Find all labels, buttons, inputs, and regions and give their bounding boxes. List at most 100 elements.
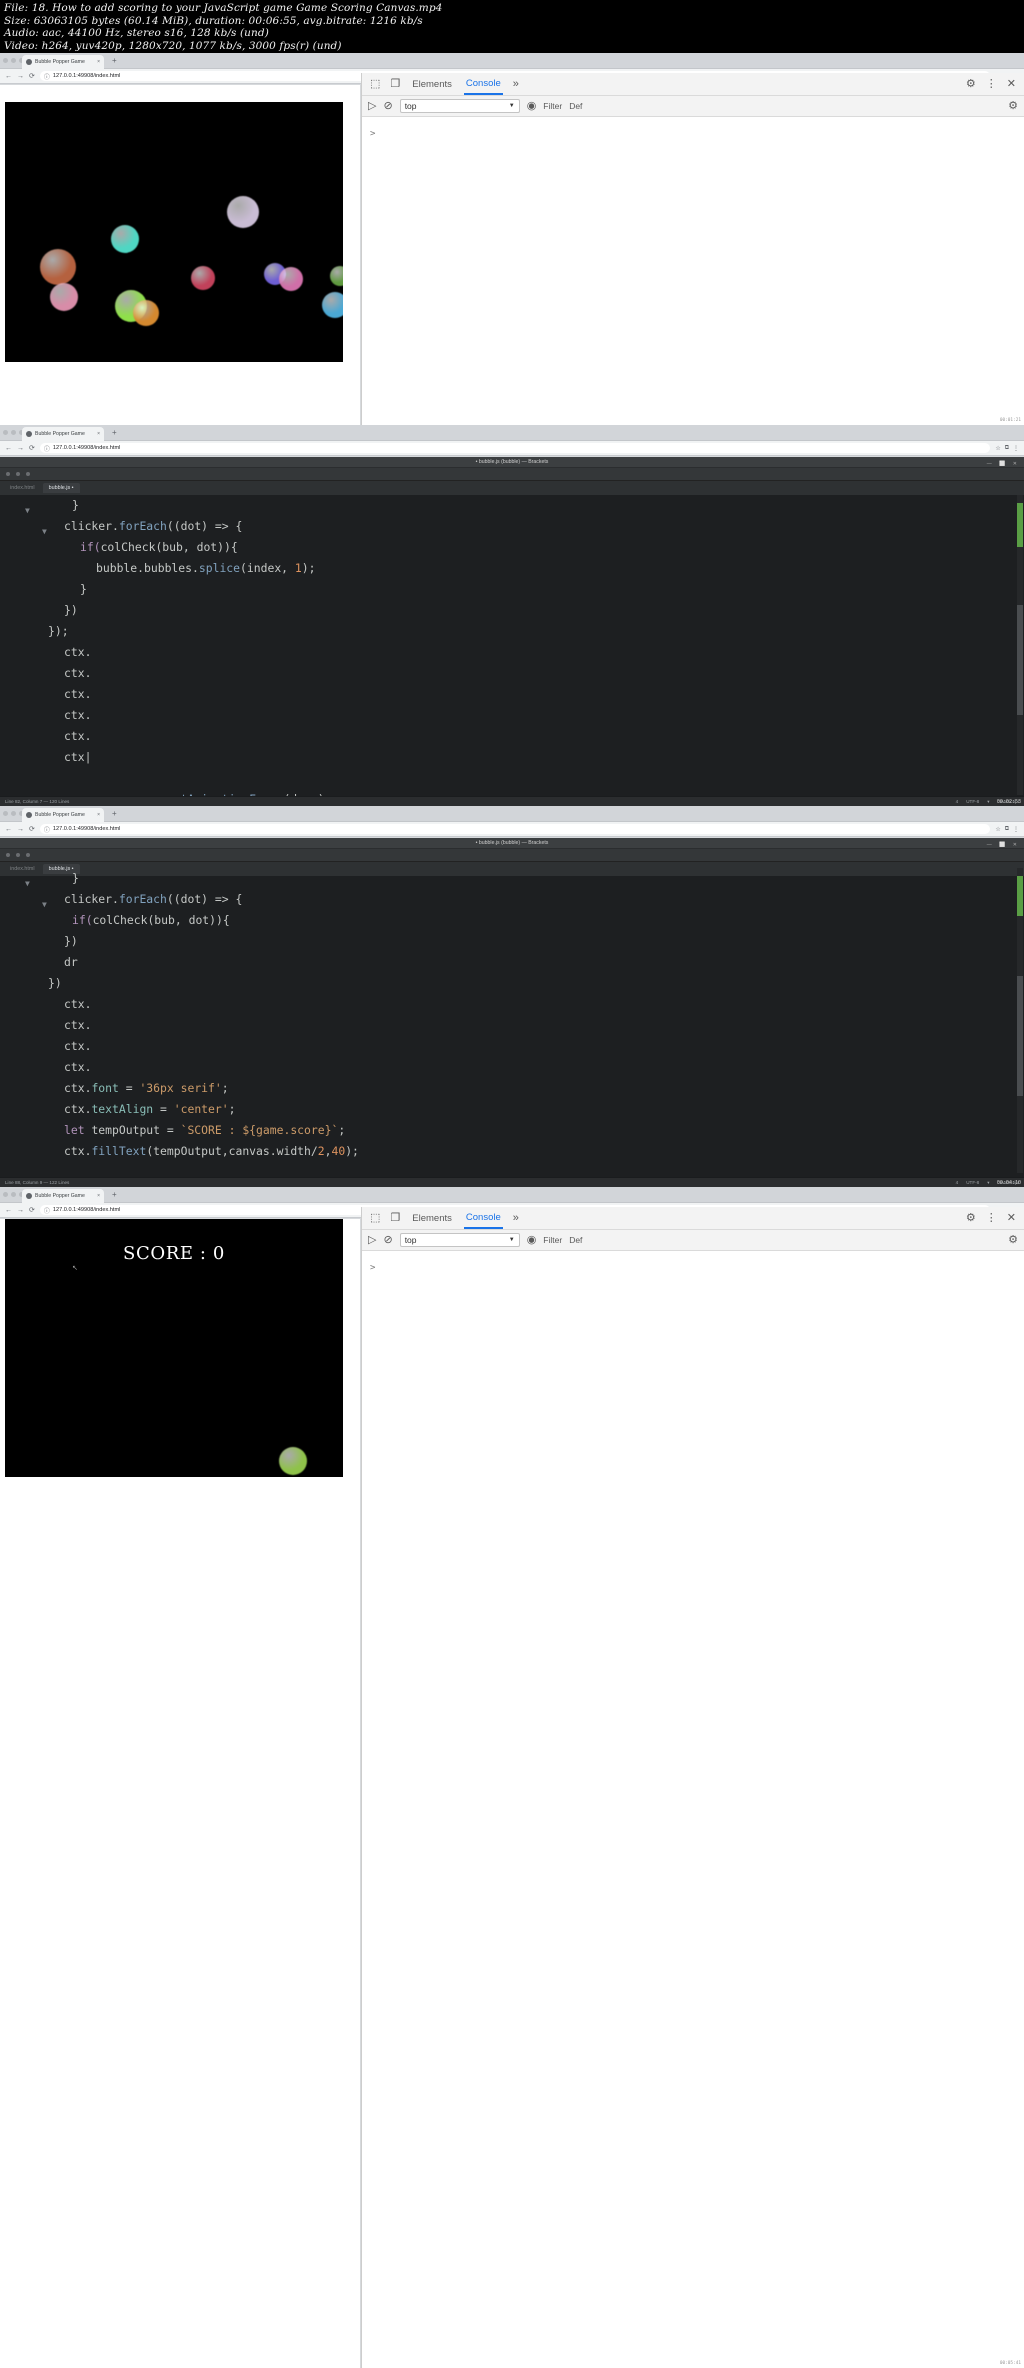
new-tab-button[interactable]: + bbox=[112, 429, 117, 437]
site-info-icon[interactable]: ⓘ bbox=[44, 1206, 50, 1215]
console-output-4[interactable]: > bbox=[362, 1251, 1024, 2368]
console-settings-icon[interactable]: ⚙ bbox=[1008, 100, 1018, 112]
devtools-kebab-icon[interactable]: ⋮ bbox=[986, 78, 997, 90]
console-settings-icon[interactable]: ⚙ bbox=[1008, 1234, 1018, 1246]
site-info-icon[interactable]: ⓘ bbox=[44, 825, 50, 834]
code-fold-arrow-icon[interactable]: ▼ bbox=[25, 873, 30, 894]
bubble[interactable] bbox=[40, 249, 76, 285]
close-icon[interactable]: × bbox=[97, 59, 100, 65]
bubble[interactable] bbox=[111, 225, 139, 253]
browser-tab-2[interactable]: Bubble Popper Game × bbox=[22, 427, 104, 441]
bubble[interactable] bbox=[330, 266, 343, 286]
back-icon[interactable]: ← bbox=[5, 1207, 12, 1214]
editor-scrollbar-thumb-2[interactable] bbox=[1017, 503, 1023, 547]
extensions-icon[interactable]: ⧉ bbox=[1005, 445, 1009, 452]
code-fold-arrow-icon[interactable]: ▼ bbox=[42, 894, 47, 915]
browser-tab-4[interactable]: Bubble Popper Game × bbox=[22, 1189, 104, 1203]
devtools-close-icon[interactable]: ✕ bbox=[1007, 78, 1016, 90]
game-canvas-1[interactable] bbox=[5, 102, 343, 362]
encoding[interactable]: UTF-8 bbox=[966, 1180, 979, 1185]
live-preview-icon[interactable] bbox=[16, 853, 20, 857]
filter-input[interactable]: Filter bbox=[543, 101, 562, 111]
window-controls-1[interactable] bbox=[3, 58, 24, 63]
file-tab-index-html[interactable]: index.html bbox=[4, 483, 41, 493]
clear-console-icon[interactable]: ⊘ bbox=[383, 1234, 392, 1246]
sidebar-toggle-icon[interactable] bbox=[6, 472, 10, 476]
console-output-1[interactable]: > bbox=[362, 117, 1024, 425]
back-icon[interactable]: ← bbox=[5, 826, 12, 833]
bubble[interactable] bbox=[50, 283, 78, 311]
indent-setting[interactable]: 4 bbox=[956, 799, 959, 804]
line-ending-icon[interactable]: ▾ bbox=[987, 799, 989, 805]
browser-menu-icon[interactable]: ⋮ bbox=[1013, 826, 1019, 833]
bubble[interactable] bbox=[133, 300, 159, 326]
code-area-2[interactable]: } clicker.forEach((dot) => {if(colCheck(b… bbox=[0, 495, 1000, 806]
live-expression-icon[interactable]: ◉ bbox=[527, 1234, 537, 1246]
bubble[interactable] bbox=[227, 196, 259, 228]
bubble[interactable] bbox=[279, 267, 303, 291]
reload-icon[interactable]: ⟳ bbox=[29, 445, 35, 452]
close-icon[interactable]: × bbox=[97, 1193, 100, 1199]
window-controls-4[interactable] bbox=[3, 1192, 24, 1197]
more-tabs-icon[interactable]: » bbox=[513, 78, 519, 90]
bookmark-star-icon[interactable]: ☆ bbox=[995, 826, 1000, 833]
tab-elements[interactable]: Elements bbox=[410, 75, 454, 94]
url-input[interactable]: ⓘ 127.0.0.1:49908/index.html bbox=[39, 443, 991, 453]
browser-menu-icon[interactable]: ⋮ bbox=[1013, 445, 1019, 452]
live-preview-icon[interactable] bbox=[16, 472, 20, 476]
site-info-icon[interactable]: ⓘ bbox=[44, 72, 50, 81]
settings-gear-icon[interactable]: ⚙ bbox=[966, 78, 976, 90]
execute-icon[interactable]: ▷ bbox=[368, 100, 376, 112]
devtools-close-icon[interactable]: ✕ bbox=[1007, 1212, 1016, 1224]
back-icon[interactable]: ← bbox=[5, 73, 12, 80]
filter-input[interactable]: Filter bbox=[543, 1235, 562, 1245]
bubble[interactable] bbox=[322, 292, 343, 318]
execute-icon[interactable]: ▷ bbox=[368, 1234, 376, 1246]
code-fold-arrow-icon[interactable]: ▼ bbox=[25, 500, 30, 521]
sidebar-toggle-icon[interactable] bbox=[6, 853, 10, 857]
code-area-3[interactable]: } clicker.forEach((dot) => {if(colCheck(b… bbox=[0, 868, 1000, 1187]
close-icon[interactable]: × bbox=[97, 812, 100, 818]
new-tab-button[interactable]: + bbox=[112, 57, 117, 65]
device-toolbar-icon[interactable]: ❐ bbox=[390, 78, 400, 90]
more-tabs-icon[interactable]: » bbox=[513, 1212, 519, 1224]
editor-scrollbar-thumb-2b[interactable] bbox=[1017, 605, 1023, 715]
window-controls-3[interactable] bbox=[3, 811, 24, 816]
live-expression-icon[interactable]: ◉ bbox=[527, 100, 537, 112]
extensions-icon[interactable]: ⧉ bbox=[1005, 826, 1009, 833]
log-levels-select[interactable]: Def bbox=[569, 1235, 582, 1245]
devtools-kebab-icon[interactable]: ⋮ bbox=[986, 1212, 997, 1224]
editor-scrollbar-thumb-3[interactable] bbox=[1017, 876, 1023, 916]
inspect-icon[interactable]: ⬚ bbox=[370, 1212, 380, 1224]
indent-setting[interactable]: 4 bbox=[956, 1180, 959, 1185]
editor-scrollbar-thumb-3b[interactable] bbox=[1017, 976, 1023, 1096]
forward-icon[interactable]: → bbox=[17, 445, 24, 452]
close-icon[interactable]: × bbox=[97, 431, 100, 437]
tab-console[interactable]: Console bbox=[463, 74, 503, 95]
extension-icon[interactable] bbox=[26, 853, 30, 857]
tab-elements[interactable]: Elements bbox=[410, 1209, 454, 1228]
reload-icon[interactable]: ⟳ bbox=[29, 73, 35, 80]
context-selector[interactable]: top ▼ bbox=[399, 1233, 520, 1247]
device-toolbar-icon[interactable]: ❐ bbox=[390, 1212, 400, 1224]
context-selector[interactable]: top ▼ bbox=[399, 99, 520, 113]
forward-icon[interactable]: → bbox=[17, 826, 24, 833]
encoding[interactable]: UTF-8 bbox=[966, 799, 979, 804]
reload-icon[interactable]: ⟳ bbox=[29, 826, 35, 833]
browser-tab-1[interactable]: Bubble Popper Game × bbox=[22, 55, 104, 69]
new-tab-button[interactable]: + bbox=[112, 810, 117, 818]
forward-icon[interactable]: → bbox=[17, 73, 24, 80]
bookmark-star-icon[interactable]: ☆ bbox=[995, 445, 1000, 452]
log-levels-select[interactable]: Def bbox=[569, 101, 582, 111]
line-ending-icon[interactable]: ▾ bbox=[987, 1180, 989, 1186]
extension-icon[interactable] bbox=[26, 472, 30, 476]
back-icon[interactable]: ← bbox=[5, 445, 12, 452]
reload-icon[interactable]: ⟳ bbox=[29, 1207, 35, 1214]
code-fold-arrow-icon[interactable]: ▼ bbox=[42, 521, 47, 542]
tab-console[interactable]: Console bbox=[463, 1208, 503, 1229]
clear-console-icon[interactable]: ⊘ bbox=[383, 100, 392, 112]
file-tab-bubble-js[interactable]: bubble.js • bbox=[42, 483, 80, 493]
site-info-icon[interactable]: ⓘ bbox=[44, 444, 50, 453]
bubble[interactable] bbox=[279, 1447, 307, 1475]
settings-gear-icon[interactable]: ⚙ bbox=[966, 1212, 976, 1224]
